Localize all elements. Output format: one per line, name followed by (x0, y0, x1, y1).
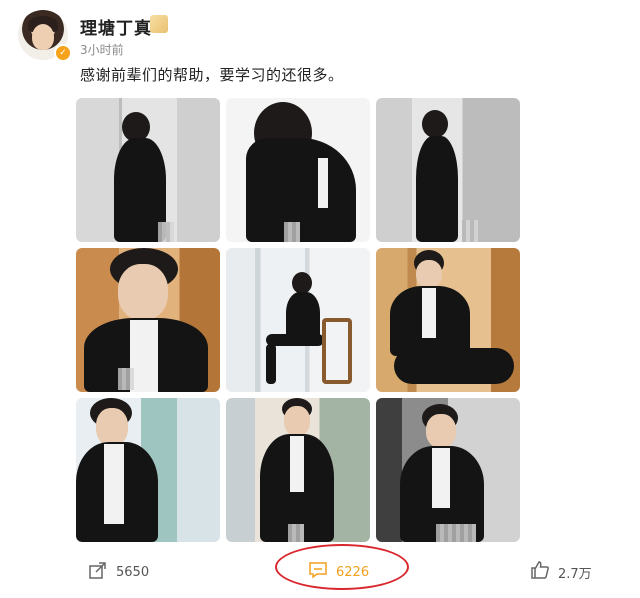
highlight-annotation-ring (275, 544, 409, 590)
avatar-face (32, 24, 54, 50)
mosaic-blur (288, 524, 304, 542)
photo-1[interactable] (76, 98, 220, 242)
like-button[interactable]: 2.7万 (530, 560, 592, 584)
photo-grid (76, 98, 520, 544)
share-button[interactable]: 5650 (88, 560, 149, 584)
photo-3[interactable] (376, 98, 520, 242)
photo-5[interactable] (226, 248, 370, 392)
username[interactable]: 理塘丁真 (80, 14, 152, 39)
post-text: 感谢前辈们的帮助，要学习的还很多。 (80, 66, 344, 84)
share-count: 5650 (116, 564, 150, 580)
post-timestamp[interactable]: 3小时前 (80, 41, 124, 58)
mosaic-blur (284, 222, 300, 242)
like-count: 2.7万 (558, 566, 592, 582)
photo-7[interactable] (76, 398, 220, 542)
mosaic-blur (118, 368, 134, 390)
photo-8[interactable] (226, 398, 370, 542)
mosaic-blur (158, 222, 174, 242)
verified-badge-icon: ✓ (54, 44, 72, 62)
photo-6[interactable] (376, 248, 520, 392)
thumbs-up-icon (530, 560, 550, 584)
photo-2[interactable] (226, 98, 370, 242)
mosaic-blur (436, 524, 476, 542)
photo-4[interactable] (76, 248, 220, 392)
mosaic-blur (462, 220, 478, 242)
share-icon (88, 560, 108, 584)
fan-badge-icon (150, 15, 168, 33)
photo-9[interactable] (376, 398, 520, 542)
